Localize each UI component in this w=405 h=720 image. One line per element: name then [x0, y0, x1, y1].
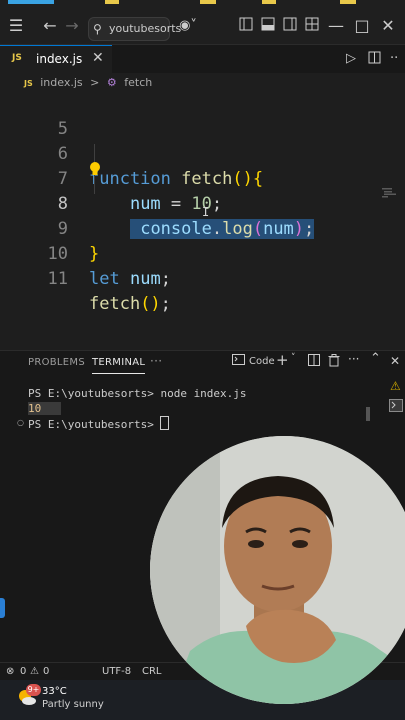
toggle-primary-sidebar-icon[interactable] — [236, 16, 256, 36]
weather-condition: Partly sunny — [42, 699, 104, 710]
title-bar: ☰ ← → ⚲ youtubesorts ◉˅ — □ ✕ — [0, 0, 405, 45]
eol-status[interactable]: CRL — [142, 663, 162, 681]
breadcrumb-file[interactable]: index.js — [40, 76, 82, 89]
breadcrumb-separator: > — [90, 76, 100, 89]
warning-count[interactable]: 0 — [43, 663, 49, 681]
terminal-dot-icon: ○ — [17, 418, 24, 427]
toggle-secondary-sidebar-icon[interactable] — [280, 16, 300, 36]
terminal-cursor — [160, 416, 170, 430]
terminal-output-value: 10 — [28, 402, 62, 415]
text-cursor-icon: I — [202, 205, 210, 219]
top-accent-strip-5 — [340, 0, 356, 4]
terminal-prompt[interactable]: PS E:\youtubesorts> — [28, 416, 170, 431]
presenter-image — [150, 436, 405, 704]
weather-badge: 9+ — [26, 684, 41, 696]
command-center-search[interactable]: ⚲ youtubesorts — [88, 17, 181, 41]
search-text: youtubesorts — [109, 22, 182, 35]
javascript-file-icon: JS — [24, 79, 33, 88]
forward-arrow-icon[interactable]: → — [62, 16, 82, 36]
maximize-panel-icon[interactable]: ⌃ — [370, 351, 381, 366]
minimize-icon[interactable]: — — [326, 16, 346, 36]
top-accent-strip-4 — [262, 0, 276, 4]
terminal-line: PS E:\youtubesorts> node index.js — [28, 387, 247, 400]
terminal-shell-label[interactable]: Code — [249, 356, 275, 367]
panel-more-icon[interactable]: ··· — [150, 354, 162, 368]
trash-icon[interactable] — [328, 354, 340, 370]
warning-status-icon[interactable]: ⚠ — [30, 663, 39, 681]
weather-temperature: 33°C — [42, 686, 67, 697]
customize-layout-icon[interactable] — [302, 16, 322, 36]
tab-index-js[interactable]: JS index.js ✕ — [0, 45, 112, 74]
function-symbol-icon: ⚙ — [106, 76, 117, 89]
code-editor[interactable]: 5 6 function fetch(){ 7 num = 10; 8 cons… — [0, 94, 405, 350]
close-window-icon[interactable]: ✕ — [378, 16, 398, 36]
code-text: let num; — [89, 267, 171, 292]
weather-widget[interactable]: 33°C Partly sunny — [42, 685, 104, 711]
editor-tab-bar: JS index.js ✕ — [0, 45, 405, 74]
close-tab-icon[interactable]: ✕ — [92, 50, 104, 66]
close-panel-icon[interactable]: ✕ — [390, 354, 400, 368]
top-accent-strip-2 — [105, 0, 119, 4]
encoding-status[interactable]: UTF-8 — [102, 663, 131, 681]
more-actions-icon[interactable]: ··· — [348, 352, 359, 366]
accounts-indicator[interactable] — [0, 598, 5, 618]
code-text: fetch(); — [89, 292, 171, 317]
terminal-output: 10 — [28, 402, 62, 415]
menu-icon[interactable]: ☰ — [6, 16, 26, 36]
code-line-active: 8 console.log(num); — [0, 167, 405, 239]
code-line: 7 num = 10; — [0, 142, 405, 214]
javascript-file-icon: JS — [12, 53, 22, 63]
search-icon: ⚲ — [93, 22, 102, 36]
code-line: 5 — [0, 92, 405, 139]
terminal-shell-icon — [232, 354, 245, 368]
breadcrumb-symbol[interactable]: fetch — [124, 76, 152, 89]
more-actions-icon[interactable]: ·· — [390, 51, 398, 66]
error-count[interactable]: 0 — [20, 663, 26, 681]
terminal-prompt-text: PS E:\youtubesorts> — [28, 418, 161, 431]
warning-icon[interactable]: ⚠ — [390, 379, 401, 393]
tab-label: index.js — [36, 52, 83, 66]
code-line: 11 fetch(); — [0, 242, 405, 314]
chevron-down-icon[interactable]: ˅ — [291, 353, 296, 363]
tab-problems[interactable]: PROBLEMS — [28, 357, 85, 368]
terminal-scrollbar[interactable] — [366, 407, 370, 421]
maximize-icon[interactable]: □ — [352, 16, 372, 36]
token-punct: ; — [160, 294, 171, 314]
run-icon[interactable]: ▷ — [346, 51, 356, 66]
top-accent-strip — [8, 0, 54, 4]
breadcrumb: JS index.js > ⚙ fetch — [24, 74, 156, 92]
new-terminal-icon[interactable]: + — [276, 351, 289, 369]
token-punct: ; — [160, 269, 171, 289]
line-number: 11 — [47, 269, 68, 289]
copilot-icon[interactable]: ◉˅ — [178, 16, 198, 36]
token-variable: num — [129, 269, 161, 289]
split-editor-icon[interactable] — [368, 51, 381, 68]
token-paren: () — [140, 294, 161, 314]
terminal-list-icon[interactable] — [389, 397, 403, 416]
token-function-name: fetch — [89, 294, 141, 314]
top-accent-strip-3 — [200, 0, 216, 4]
code-line: 6 function fetch(){ — [0, 117, 405, 189]
tab-terminal[interactable]: TERMINAL — [92, 357, 146, 374]
back-arrow-icon[interactable]: ← — [40, 16, 60, 36]
token-keyword: let — [89, 269, 120, 289]
split-terminal-icon[interactable] — [308, 354, 320, 369]
error-icon[interactable]: ⊗ — [6, 663, 14, 681]
code-line: 10 let num; — [0, 217, 405, 289]
webcam-overlay — [150, 436, 405, 704]
toggle-panel-icon[interactable] — [258, 16, 278, 36]
